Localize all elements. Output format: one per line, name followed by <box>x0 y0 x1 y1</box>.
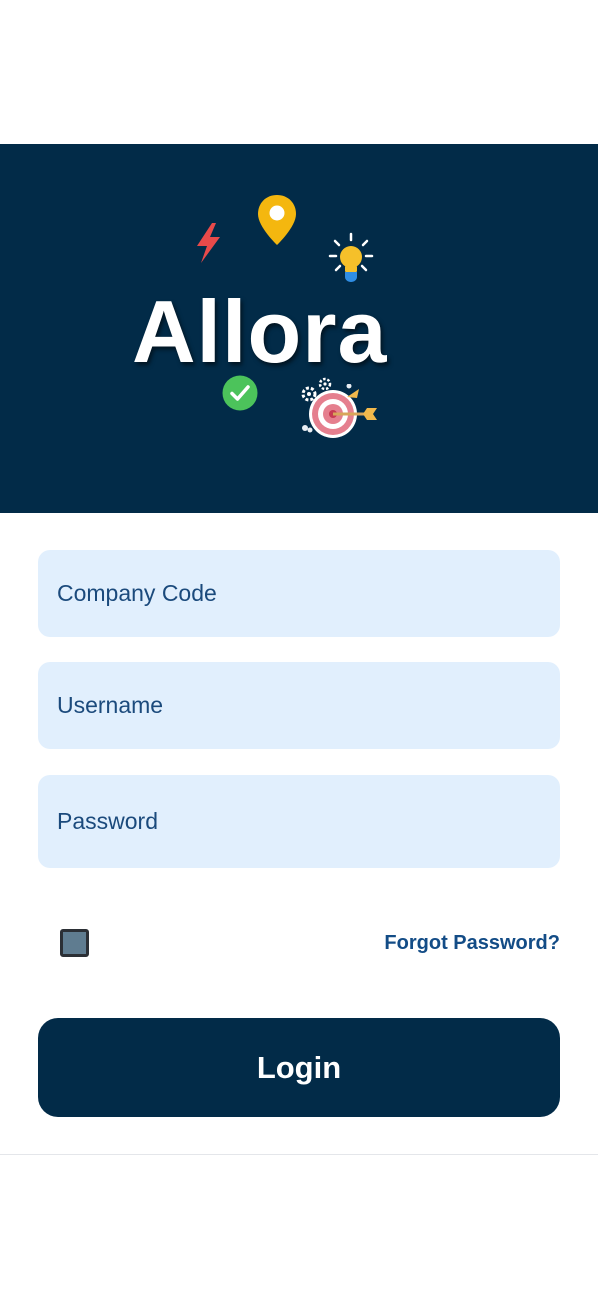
brand-logo: Allora <box>132 282 388 381</box>
login-button[interactable]: Login <box>38 1018 560 1117</box>
divider <box>0 1154 598 1155</box>
checkmark-icon <box>222 375 258 411</box>
login-screen: Allora Forgot Password? Login <box>0 0 598 1300</box>
password-input[interactable] <box>38 775 560 868</box>
lightbulb-icon <box>328 232 374 282</box>
target-arrow-icon <box>302 384 377 438</box>
forgot-password-link[interactable]: Forgot Password? <box>384 932 560 955</box>
username-input[interactable] <box>38 662 560 749</box>
map-pin-icon <box>258 195 296 245</box>
company-code-input[interactable] <box>38 550 560 637</box>
remember-checkbox[interactable] <box>60 929 89 957</box>
lightning-icon <box>197 223 220 263</box>
